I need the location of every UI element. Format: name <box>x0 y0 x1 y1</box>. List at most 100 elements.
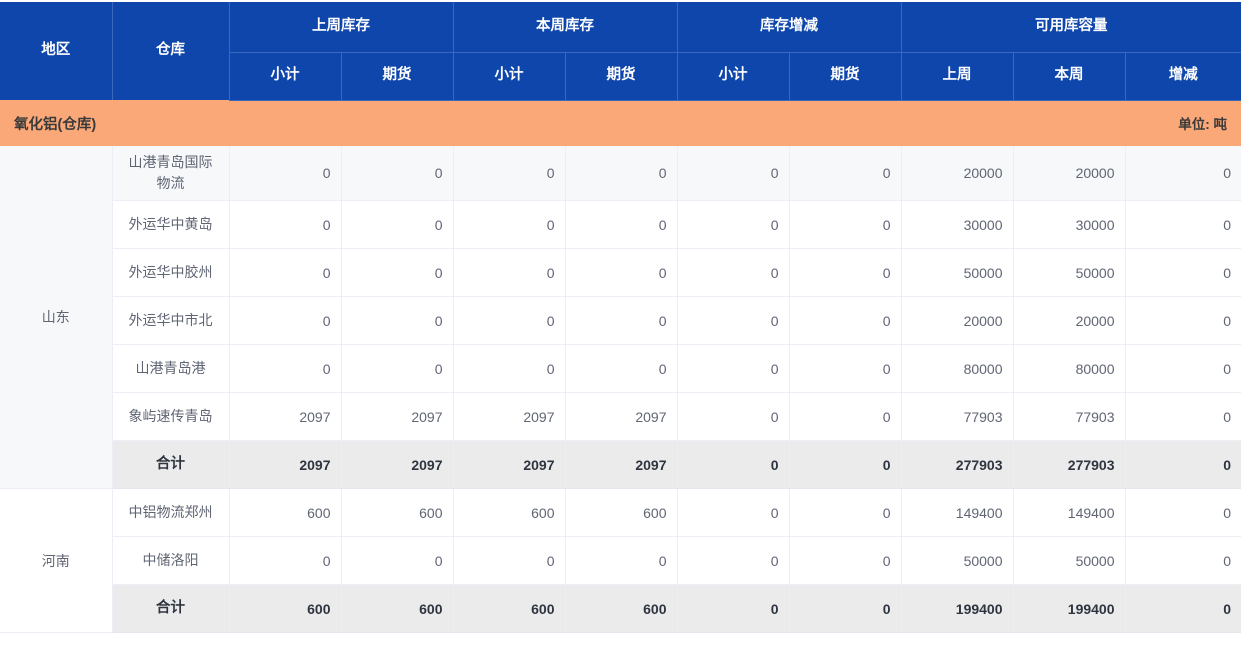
value-cell: 50000 <box>901 536 1014 585</box>
value-cell: 0 <box>453 536 566 585</box>
table-row[interactable]: 外运华中黄岛 0 0 0 0 0 0 30000 30000 0 <box>0 200 1242 249</box>
header-row-group: 地区 仓库 上周库存 本周库存 库存增减 可用库容量 <box>0 2 1242 100</box>
warehouse-cell: 山港青岛港 <box>112 344 230 393</box>
value-cell: 0 <box>565 536 678 585</box>
value-cell: 0 <box>229 536 342 585</box>
banner-cell: 氧化铝(仓库) 单位: 吨 <box>0 100 1242 146</box>
inventory-table: 地区 仓库 上周库存 本周库存 库存增减 可用库容量 小计 期货 小计 期货 小… <box>0 2 1242 633</box>
value-cell: 0 <box>677 146 790 201</box>
value-cell: 0 <box>1125 344 1242 393</box>
value-cell: 0 <box>789 488 902 537</box>
total-value-cell: 199400 <box>901 584 1014 633</box>
header-sub-thisweek-subtotal: 小计 <box>453 52 566 101</box>
total-value-cell: 600 <box>565 584 678 633</box>
total-value-cell: 2097 <box>229 440 342 489</box>
table-row[interactable]: 山港青岛港 0 0 0 0 0 0 80000 80000 0 <box>0 344 1242 393</box>
value-cell: 0 <box>565 344 678 393</box>
value-cell: 77903 <box>901 392 1014 441</box>
value-cell: 0 <box>677 248 790 297</box>
total-value-cell: 600 <box>453 584 566 633</box>
table-row[interactable]: 中储洛阳 0 0 0 0 0 0 50000 50000 0 <box>0 536 1242 585</box>
value-cell: 0 <box>1125 200 1242 249</box>
value-cell: 30000 <box>1013 200 1126 249</box>
total-value-cell: 0 <box>1125 584 1242 633</box>
value-cell: 80000 <box>1013 344 1126 393</box>
page-root: 地区 仓库 上周库存 本周库存 库存增减 可用库容量 小计 期货 小计 期货 小… <box>0 0 1246 652</box>
value-cell: 0 <box>789 392 902 441</box>
header-group-this-week-stock: 本周库存 <box>453 2 678 53</box>
value-cell: 0 <box>789 296 902 345</box>
value-cell: 0 <box>341 248 454 297</box>
value-cell: 20000 <box>901 146 1014 201</box>
header-sub-lastweek-subtotal: 小计 <box>229 52 342 101</box>
value-cell: 0 <box>1125 296 1242 345</box>
value-cell: 0 <box>229 248 342 297</box>
header-region: 地区 <box>0 2 113 100</box>
total-value-cell: 0 <box>1125 440 1242 489</box>
value-cell: 0 <box>677 344 790 393</box>
warehouse-cell: 外运华中市北 <box>112 296 230 345</box>
header-sub-capacity-thisweek: 本周 <box>1013 52 1126 101</box>
table-row[interactable]: 外运华中胶州 0 0 0 0 0 0 50000 50000 0 <box>0 248 1242 297</box>
value-cell: 0 <box>1125 146 1242 201</box>
table-row[interactable]: 山东 山港青岛国际物流 0 0 0 0 0 0 20000 20000 0 <box>0 146 1242 489</box>
value-cell: 0 <box>229 296 342 345</box>
value-cell: 0 <box>453 146 566 201</box>
value-cell: 0 <box>789 344 902 393</box>
value-cell: 2097 <box>229 392 342 441</box>
total-row[interactable]: 合计 2097 2097 2097 2097 0 0 277903 277903 0 <box>0 440 1242 489</box>
total-value-cell: 0 <box>677 584 790 633</box>
value-cell: 0 <box>565 248 678 297</box>
value-cell: 20000 <box>901 296 1014 345</box>
total-label: 合计 <box>112 440 230 489</box>
value-cell: 20000 <box>1013 296 1126 345</box>
value-cell: 0 <box>565 146 678 201</box>
header-sub-thisweek-futures: 期货 <box>565 52 678 101</box>
value-cell: 2097 <box>341 392 454 441</box>
value-cell: 0 <box>789 248 902 297</box>
value-cell: 0 <box>677 296 790 345</box>
value-cell: 0 <box>1125 248 1242 297</box>
value-cell: 0 <box>341 296 454 345</box>
table-row[interactable]: 河南 中铝物流郑州 600 600 600 600 0 0 149400 149400 0 <box>0 488 1242 633</box>
banner-title: 氧化铝(仓库) <box>14 116 97 133</box>
total-value-cell: 600 <box>229 584 342 633</box>
value-cell: 0 <box>1125 536 1242 585</box>
value-cell: 0 <box>677 392 790 441</box>
value-cell: 0 <box>341 200 454 249</box>
header-sub-capacity-change: 增减 <box>1125 52 1242 101</box>
value-cell: 80000 <box>901 344 1014 393</box>
value-cell: 0 <box>677 200 790 249</box>
total-value-cell: 277903 <box>1013 440 1126 489</box>
total-value-cell: 2097 <box>565 440 678 489</box>
region-cell: 河南 <box>0 488 113 633</box>
value-cell: 30000 <box>901 200 1014 249</box>
value-cell: 0 <box>453 200 566 249</box>
table-row[interactable]: 象屿速传青岛 2097 2097 2097 2097 0 0 77903 77903 0 <box>0 392 1242 441</box>
value-cell: 0 <box>789 536 902 585</box>
region-cell: 山东 <box>0 146 113 489</box>
total-row[interactable]: 合计 600 600 600 600 0 0 199400 199400 0 <box>0 584 1242 633</box>
value-cell: 600 <box>341 488 454 537</box>
total-value-cell: 0 <box>677 440 790 489</box>
value-cell: 0 <box>565 200 678 249</box>
value-cell: 0 <box>677 536 790 585</box>
value-cell: 2097 <box>565 392 678 441</box>
value-cell: 0 <box>341 344 454 393</box>
header-sub-change-futures: 期货 <box>789 52 902 101</box>
value-cell: 50000 <box>901 248 1014 297</box>
warehouse-cell: 外运华中胶州 <box>112 248 230 297</box>
value-cell: 600 <box>565 488 678 537</box>
total-value-cell: 600 <box>341 584 454 633</box>
value-cell: 600 <box>229 488 342 537</box>
total-value-cell: 0 <box>789 440 902 489</box>
table-row[interactable]: 外运华中市北 0 0 0 0 0 0 20000 20000 0 <box>0 296 1242 345</box>
warehouse-cell: 山港青岛国际物流 <box>112 146 230 201</box>
header-sub-capacity-lastweek: 上周 <box>901 52 1014 101</box>
value-cell: 0 <box>789 146 902 201</box>
total-value-cell: 0 <box>789 584 902 633</box>
warehouse-cell: 中储洛阳 <box>112 536 230 585</box>
value-cell: 0 <box>1125 488 1242 537</box>
total-value-cell: 2097 <box>341 440 454 489</box>
warehouse-cell: 外运华中黄岛 <box>112 200 230 249</box>
